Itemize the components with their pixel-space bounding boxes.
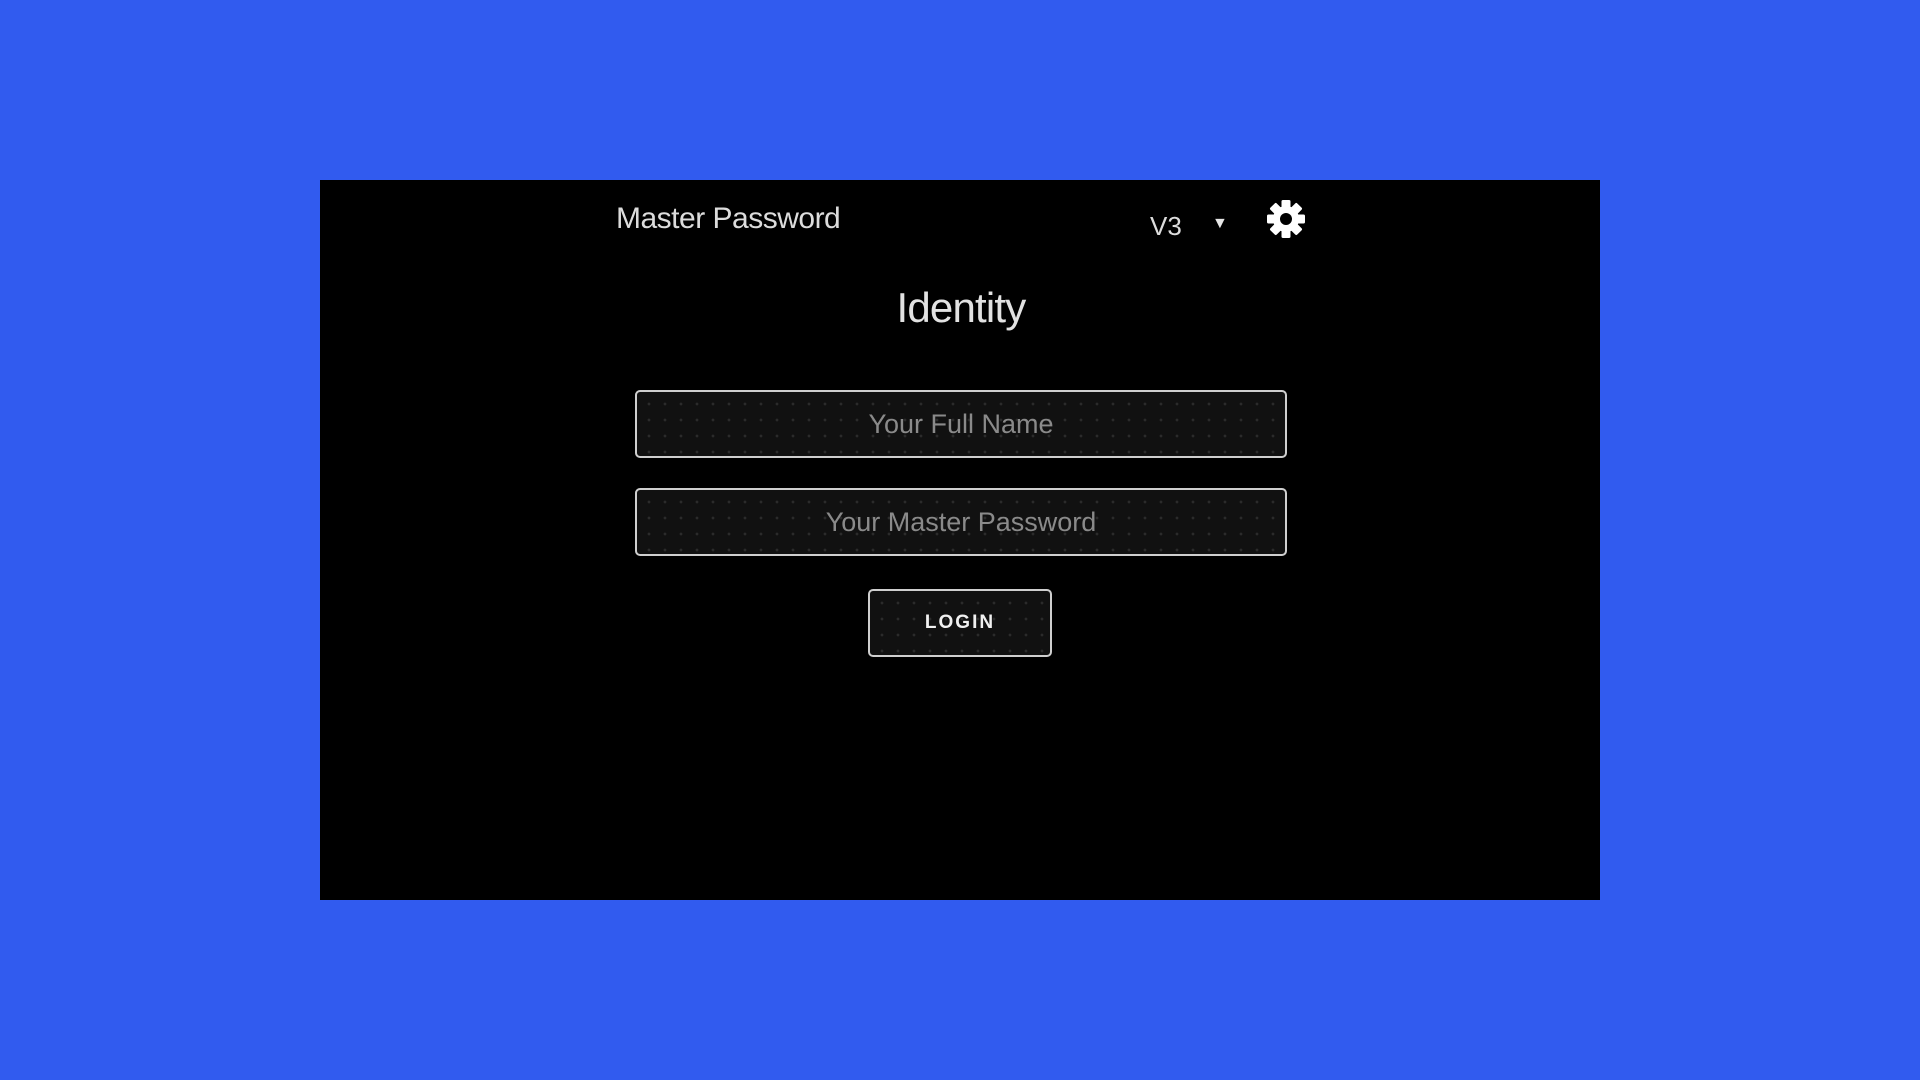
chevron-down-icon: ▼: [1212, 215, 1228, 232]
version-select-value: V3: [1150, 211, 1182, 241]
page-title: Identity: [896, 284, 1026, 331]
login-button[interactable]: LOGIN: [868, 589, 1052, 657]
header: Master Password V3 ▼: [320, 180, 1600, 260]
app-title: Master Password: [616, 202, 841, 235]
full-name-input[interactable]: [635, 390, 1287, 458]
app-window: Master Password V3 ▼ Identity Your Full …: [320, 180, 1600, 900]
master-password-input[interactable]: [635, 488, 1287, 556]
settings-button[interactable]: [1264, 197, 1308, 241]
version-select[interactable]: V3 ▼: [1150, 208, 1246, 248]
gear-icon: [1267, 200, 1305, 238]
